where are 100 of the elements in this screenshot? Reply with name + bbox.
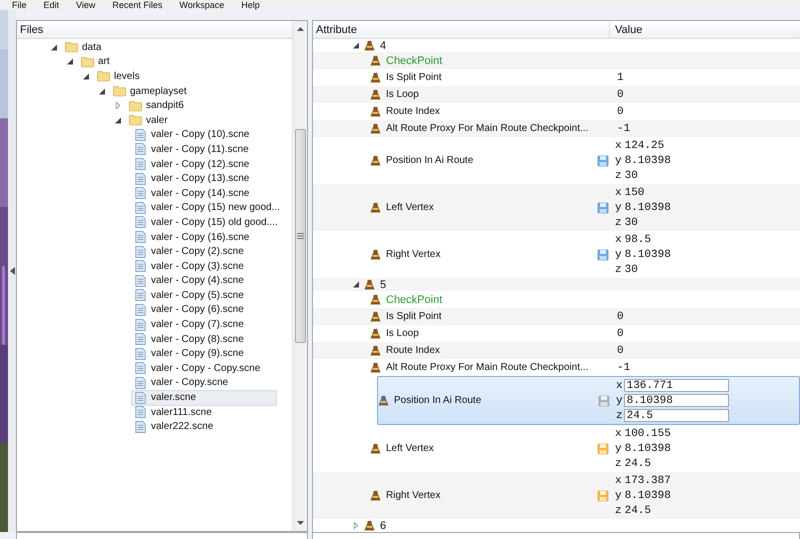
- axis-label: y: [615, 154, 622, 166]
- tree-item[interactable]: valer - Copy (14).scne: [131, 185, 252, 202]
- axis-label: x: [616, 380, 623, 392]
- menu-item[interactable]: Workspace: [179, 0, 224, 10]
- scroll-up-icon[interactable]: [296, 27, 304, 31]
- tree-item[interactable]: valer - Copy (3).scne: [131, 258, 247, 274]
- tree-item[interactable]: valer222.scne: [131, 418, 216, 435]
- node-icon: [370, 362, 381, 373]
- expanded-arrow-icon[interactable]: [51, 44, 57, 51]
- attribute-label: Is Loop: [386, 328, 419, 339]
- tree-item[interactable]: valer - Copy (2).scne: [131, 244, 247, 260]
- tree-item[interactable]: valer - Copy (4).scne: [131, 272, 247, 289]
- attribute-row[interactable]: Right Vertex x 173.387 y 8.10398 z 24.5: [313, 472, 800, 519]
- axis-label: y: [615, 490, 622, 502]
- group-label[interactable]: 5: [380, 278, 386, 290]
- group-label[interactable]: 4: [380, 40, 386, 52]
- attribute-row[interactable]: Is Split Point 0: [313, 308, 800, 325]
- node-icon: [370, 490, 381, 501]
- tree-item[interactable]: sandpit6: [126, 98, 187, 114]
- folder-icon: [129, 100, 142, 112]
- attribute-value: 24.5: [624, 504, 652, 516]
- input-field[interactable]: 8.10398: [624, 394, 729, 407]
- expanded-arrow-icon[interactable]: [99, 88, 105, 95]
- scroll-down-icon[interactable]: [296, 521, 304, 525]
- tree-item[interactable]: valer: [126, 112, 171, 128]
- attribute-row[interactable]: Alt Route Proxy For Main Route Checkpoint... -1: [313, 359, 800, 376]
- attribute-value: 8.10398: [624, 202, 671, 214]
- attribute-label: Position In Ai Route: [386, 155, 474, 166]
- attribute-row[interactable]: Is Split Point 1: [313, 69, 800, 86]
- tree-item[interactable]: valer - Copy.scne: [131, 374, 232, 391]
- tree-item[interactable]: valer - Copy (7).scne: [131, 316, 247, 333]
- tree-item[interactable]: valer.scne: [131, 390, 277, 406]
- axis-label: z: [615, 170, 622, 182]
- node-icon: [370, 123, 381, 134]
- attribute-value: -1: [617, 122, 630, 134]
- attribute-value: 30: [624, 264, 638, 276]
- node-icon: [370, 311, 381, 322]
- folder-icon: [65, 41, 78, 54]
- expanded-arrow-icon[interactable]: [353, 42, 359, 49]
- collapse-arrow-icon[interactable]: [10, 267, 14, 275]
- input-field[interactable]: 24.5: [624, 409, 729, 422]
- attribute-label: Route Index: [386, 106, 440, 117]
- menu-item[interactable]: Help: [241, 0, 260, 10]
- expanded-arrow-icon[interactable]: [353, 281, 359, 288]
- expanded-arrow-icon[interactable]: [67, 58, 73, 66]
- expanded-arrow-icon[interactable]: [115, 116, 121, 124]
- section-heading: CheckPoint: [386, 294, 442, 306]
- collapsed-arrow-icon[interactable]: [353, 522, 359, 529]
- tree-item[interactable]: valer - Copy (8).scne: [131, 331, 247, 348]
- attribute-row[interactable]: Route Index 0: [313, 342, 800, 359]
- tree-item[interactable]: valer - Copy (15) new good...: [131, 200, 283, 216]
- menu-item[interactable]: View: [76, 0, 96, 10]
- node-icon: [370, 55, 381, 66]
- group-label[interactable]: 6: [380, 520, 386, 532]
- attribute-row[interactable]: Is Loop 0: [313, 325, 800, 342]
- axis-label: x: [615, 186, 622, 198]
- tree-item[interactable]: data: [62, 39, 104, 56]
- attribute-label: Alt Route Proxy For Main Route Checkpoint...: [386, 362, 588, 373]
- attribute-value: 0: [617, 328, 624, 340]
- attribute-value: 8.10398: [624, 248, 671, 260]
- node-icon: [378, 395, 389, 406]
- attribute-value: 0: [617, 88, 624, 100]
- menu-item[interactable]: File: [12, 0, 27, 10]
- attribute-row[interactable]: Route Index 0: [313, 103, 800, 120]
- axis-label: z: [615, 458, 622, 470]
- attribute-value: 0: [617, 106, 624, 118]
- tree-item[interactable]: valer - Copy (13).scne: [131, 170, 252, 187]
- tree-item[interactable]: valer - Copy (5).scne: [131, 287, 247, 304]
- scrollbar[interactable]: [292, 21, 307, 531]
- tree-item[interactable]: gameplayset: [110, 83, 190, 100]
- column-header[interactable]: Attribute: [313, 21, 610, 38]
- menu-item[interactable]: Recent Files: [112, 0, 162, 10]
- axis-label: y: [615, 202, 622, 214]
- attribute-value: 100.155: [624, 428, 671, 440]
- tree-item[interactable]: valer - Copy (9).scne: [131, 346, 247, 362]
- document-icon: [134, 231, 147, 244]
- attribute-row[interactable]: Right Vertex x 98.5 y 8.10398 z 30: [313, 231, 800, 278]
- tree-item[interactable]: valer - Copy (16).scne: [131, 229, 252, 246]
- tree-item[interactable]: valer - Copy (15) old good....: [131, 214, 281, 230]
- attribute-row[interactable]: Alt Route Proxy For Main Route Checkpoint... -1: [313, 120, 800, 137]
- attribute-value: 1: [617, 72, 624, 84]
- collapsed-arrow-icon[interactable]: [115, 102, 121, 110]
- scroll-thumb[interactable]: [294, 129, 306, 343]
- menu-item[interactable]: Edit: [44, 0, 60, 10]
- tree-item[interactable]: valer - Copy - Copy.scne: [131, 360, 264, 376]
- input-field[interactable]: 136.771: [624, 379, 729, 392]
- tree-item[interactable]: levels: [94, 68, 143, 84]
- axis-label: z: [615, 504, 622, 516]
- tree-item[interactable]: valer - Copy (6).scne: [131, 302, 247, 318]
- node-icon: [370, 345, 381, 356]
- tree-item[interactable]: art: [78, 54, 113, 70]
- column-header[interactable]: Value: [610, 21, 642, 38]
- tree-item[interactable]: valer - Copy (12).scne: [131, 156, 252, 172]
- tree-item[interactable]: valer - Copy (10).scne: [131, 126, 252, 143]
- tree-item[interactable]: valer - Copy (11).scne: [131, 141, 252, 158]
- tree-item[interactable]: valer111.scne: [131, 404, 215, 420]
- node-icon: [370, 106, 381, 117]
- attribute-row[interactable]: Is Loop 0: [313, 86, 800, 103]
- attribute-value: 8.10398: [624, 154, 671, 166]
- expanded-arrow-icon[interactable]: [83, 72, 89, 80]
